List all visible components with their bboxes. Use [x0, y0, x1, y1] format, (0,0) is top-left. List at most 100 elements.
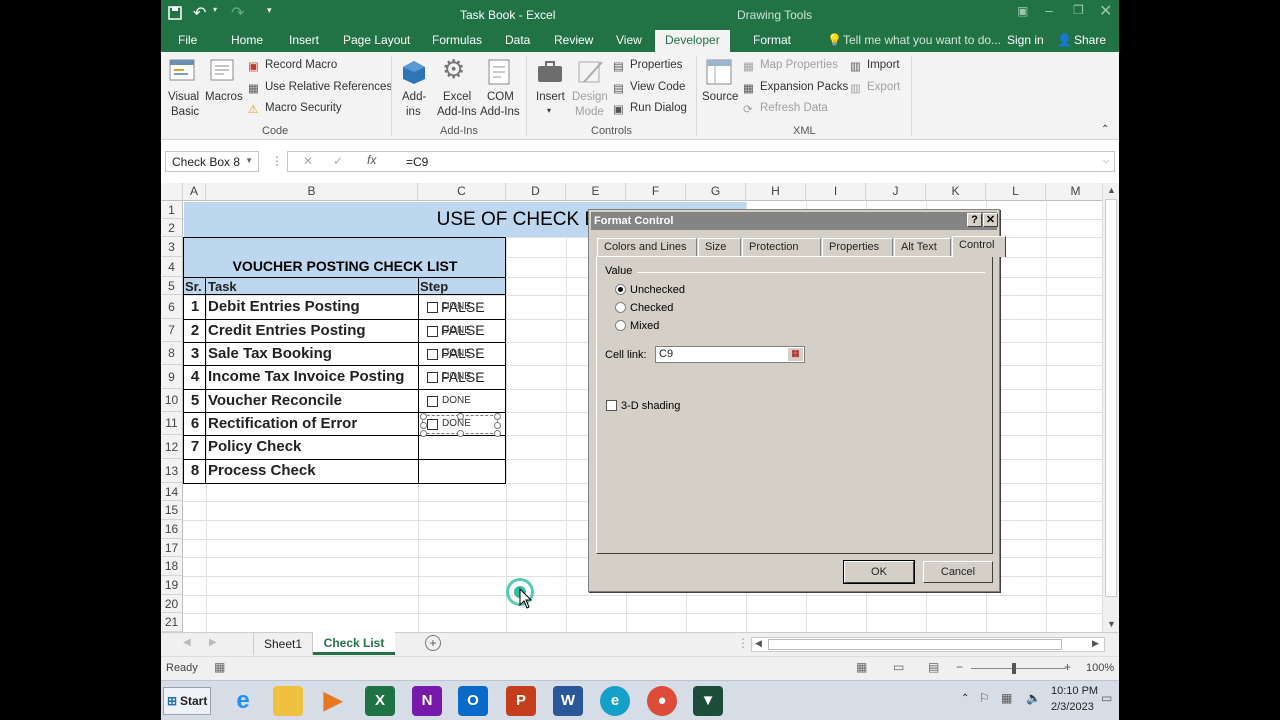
dialog-tab-properties[interactable]: Properties: [822, 238, 893, 256]
tab-insert[interactable]: Insert: [289, 33, 319, 47]
tab-formulas[interactable]: Formulas: [432, 33, 482, 47]
select-all-corner[interactable]: [161, 183, 183, 201]
excel-taskbar-icon[interactable]: X: [365, 686, 395, 716]
checkbox-control[interactable]: [427, 396, 438, 407]
minimize-icon[interactable]: –: [1045, 2, 1053, 18]
scroll-up-icon[interactable]: ▲: [1107, 185, 1116, 195]
item-sr[interactable]: 5: [184, 389, 206, 412]
column-header-g[interactable]: G: [686, 183, 746, 201]
record-macro-button[interactable]: Record Macro: [265, 59, 337, 71]
restore-icon[interactable]: ❐: [1073, 3, 1084, 17]
item-task[interactable]: Sale Tax Booking: [208, 342, 418, 365]
dialog-tab-colors-and-lines[interactable]: Colors and Lines: [597, 238, 697, 256]
excel-add-ins-label-2[interactable]: Add-Ins: [437, 106, 477, 118]
row-header-2[interactable]: 2: [161, 219, 183, 237]
unchecked-label[interactable]: Unchecked: [630, 284, 685, 296]
checked-radio[interactable]: [615, 302, 626, 313]
zoom-slider-thumb[interactable]: [1012, 663, 1016, 674]
scroll-left-icon[interactable]: ◀: [755, 638, 762, 649]
add-ins-label-1[interactable]: Add-: [402, 91, 426, 103]
row-header-17[interactable]: 17: [161, 539, 183, 557]
unchecked-radio[interactable]: [615, 284, 626, 295]
run-dialog-button[interactable]: Run Dialog: [630, 102, 687, 114]
item-sr[interactable]: 2: [184, 319, 206, 342]
powerpoint-taskbar-icon[interactable]: P: [506, 686, 536, 716]
tab-data[interactable]: Data: [505, 33, 530, 47]
save-icon[interactable]: [167, 5, 183, 21]
sheet-subtitle[interactable]: VOUCHER POSTING CHECK LIST: [184, 256, 506, 277]
row-header-6[interactable]: 6: [161, 295, 183, 319]
item-sr[interactable]: 8: [184, 459, 206, 483]
expansion-packs-button[interactable]: Expansion Packs: [760, 81, 848, 93]
column-header-b[interactable]: B: [206, 183, 418, 201]
cancel-formula-icon[interactable]: ✕: [303, 154, 313, 168]
header-sr[interactable]: Sr.: [185, 278, 206, 295]
tray-expand-icon[interactable]: ⌃: [961, 693, 969, 704]
item-sr[interactable]: 4: [184, 365, 206, 389]
ok-button[interactable]: OK: [843, 560, 915, 584]
help-icon[interactable]: ?: [967, 213, 982, 227]
item-task[interactable]: Credit Entries Posting: [208, 319, 418, 342]
row-header-5[interactable]: 5: [161, 277, 183, 295]
checkbox-control[interactable]: [427, 372, 438, 383]
item-task[interactable]: Debit Entries Posting: [208, 295, 418, 319]
name-box[interactable]: Check Box 8 ▼: [165, 151, 259, 172]
column-header-k[interactable]: K: [926, 183, 986, 201]
row-header-1[interactable]: 1: [161, 201, 183, 219]
flag-icon[interactable]: ⚐: [979, 691, 990, 705]
design-mode-label-2[interactable]: Mode: [575, 106, 604, 118]
export-button[interactable]: Export: [867, 81, 900, 93]
resize-handle[interactable]: [457, 413, 464, 420]
checkbox-control[interactable]: [427, 302, 438, 313]
dialog-tab-protection[interactable]: Protection: [742, 238, 821, 256]
undo-icon[interactable]: ↶: [193, 3, 206, 23]
next-sheet-icon[interactable]: ▶: [209, 637, 217, 648]
tell-me-search[interactable]: Tell me what you want to do...: [843, 33, 1001, 47]
com-add-ins-label-2[interactable]: Add-Ins: [480, 106, 520, 118]
tab-check-list[interactable]: Check List: [313, 632, 395, 655]
row-header-19[interactable]: 19: [161, 576, 183, 595]
column-header-l[interactable]: L: [986, 183, 1046, 201]
row-header-3[interactable]: 3: [161, 237, 183, 257]
tab-format[interactable]: Format: [753, 33, 791, 47]
column-header-h[interactable]: H: [746, 183, 806, 201]
item-sr[interactable]: 6: [184, 412, 206, 435]
row-header-13[interactable]: 13: [161, 459, 183, 483]
row-header-15[interactable]: 15: [161, 501, 183, 520]
formula-input[interactable]: =C9: [287, 151, 1115, 172]
expand-formula-icon[interactable]: ⌵: [1103, 156, 1109, 166]
checked-label[interactable]: Checked: [630, 302, 673, 314]
clock-date[interactable]: 2/3/2023: [1051, 701, 1094, 713]
close-icon[interactable]: ✕: [1099, 1, 1112, 21]
resize-handle[interactable]: [457, 430, 464, 437]
column-header-j[interactable]: J: [866, 183, 926, 201]
row-header-4[interactable]: 4: [161, 257, 183, 277]
row-header-9[interactable]: 9: [161, 365, 183, 389]
macros-button[interactable]: Macros: [205, 91, 243, 103]
insert-function-icon[interactable]: fx: [367, 153, 376, 167]
zoom-in-icon[interactable]: +: [1064, 660, 1071, 674]
column-header-m[interactable]: M: [1046, 183, 1106, 201]
item-task[interactable]: Voucher Reconcile: [208, 389, 418, 412]
item-sr[interactable]: 1: [184, 295, 206, 319]
add-sheet-icon[interactable]: +: [425, 635, 441, 651]
column-header-e[interactable]: E: [566, 183, 626, 201]
insert-dropdown-icon[interactable]: ▾: [547, 106, 551, 115]
network-icon[interactable]: ▦: [1001, 691, 1012, 705]
clock-time[interactable]: 10:10 PM: [1051, 685, 1098, 697]
resize-handle[interactable]: [494, 422, 501, 429]
zoom-level[interactable]: 100%: [1086, 662, 1114, 674]
resize-handle[interactable]: [494, 413, 501, 420]
resize-handle[interactable]: [420, 422, 427, 429]
row-header-14[interactable]: 14: [161, 483, 183, 501]
page-layout-view-icon[interactable]: ▭: [893, 660, 904, 674]
horizontal-scrollbar[interactable]: ◀ ▶: [751, 637, 1105, 652]
checkbox-control[interactable]: [427, 349, 438, 360]
view-code-button[interactable]: View Code: [630, 81, 685, 93]
item-sr[interactable]: 7: [184, 435, 206, 459]
resize-handle[interactable]: [494, 430, 501, 437]
collapse-ribbon-icon[interactable]: ⌃: [1101, 124, 1109, 135]
properties-button[interactable]: Properties: [630, 59, 682, 71]
tab-view[interactable]: View: [616, 33, 642, 47]
enter-formula-icon[interactable]: ✓: [333, 154, 343, 168]
